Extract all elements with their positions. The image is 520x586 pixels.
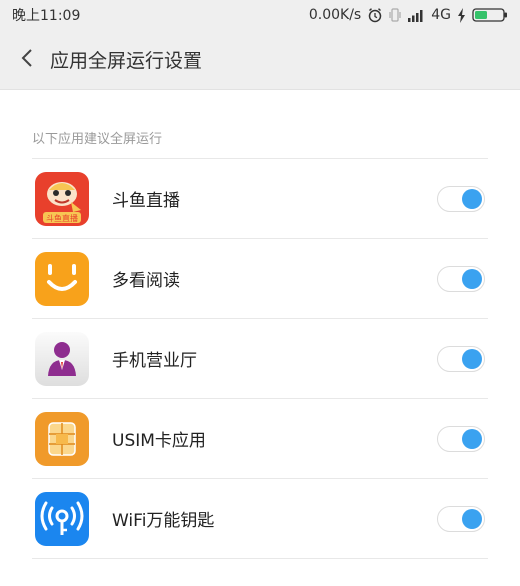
toggle-knob <box>462 348 482 369</box>
fullscreen-toggle-usim[interactable] <box>437 425 485 452</box>
fullscreen-toggle-douyu[interactable] <box>437 185 485 212</box>
douyu-icon: 斗鱼直播 <box>35 171 89 226</box>
app-row-douyu[interactable]: 斗鱼直播 斗鱼直播 <box>32 159 488 239</box>
duokan-icon <box>35 251 89 306</box>
business-hall-icon <box>35 331 89 386</box>
toggle-knob <box>462 508 482 529</box>
app-row-duokan[interactable]: 多看阅读 <box>32 239 488 319</box>
douyu-icon-caption: 斗鱼直播 <box>46 213 78 223</box>
net-speed: 0.00K/s <box>308 7 362 23</box>
status-icons: 0.00K/s 4G <box>309 7 508 23</box>
app-name: WiFi万能钥匙 <box>112 511 215 531</box>
toggle-knob <box>462 268 482 289</box>
vibrate-icon <box>389 7 401 23</box>
fullscreen-toggle-business-hall[interactable] <box>437 345 485 372</box>
fullscreen-toggle-duokan[interactable] <box>437 265 485 292</box>
app-name: 手机营业厅 <box>112 351 197 371</box>
app-row-usim[interactable]: USIM卡应用 <box>32 399 488 479</box>
charging-icon <box>457 7 466 23</box>
status-time: 晚上11:09 <box>12 8 81 24</box>
app-name: USIM卡应用 <box>112 431 206 451</box>
sim-card-icon <box>35 411 89 466</box>
battery-icon <box>472 7 508 23</box>
app-name: 多看阅读 <box>112 271 180 291</box>
status-bar: 晚上11:09 0.00K/s 4G <box>0 0 520 30</box>
section-title: 以下应用建议全屏运行 <box>32 90 488 159</box>
back-button[interactable] <box>12 40 42 80</box>
wifi-key-icon <box>35 491 89 546</box>
app-header: 应用全屏运行设置 <box>0 30 520 90</box>
network-type: 4G <box>431 7 451 23</box>
toggle-knob <box>462 428 482 449</box>
chevron-left-icon <box>20 48 34 72</box>
toggle-knob <box>462 188 482 209</box>
signal-icon <box>407 8 425 22</box>
app-row-wifi-key[interactable]: WiFi万能钥匙 <box>32 479 488 559</box>
fullscreen-toggle-wifi-key[interactable] <box>437 505 485 532</box>
page-title: 应用全屏运行设置 <box>50 50 203 72</box>
app-name: 斗鱼直播 <box>112 191 180 211</box>
app-row-business-hall[interactable]: 手机营业厅 <box>32 319 488 399</box>
settings-list: 以下应用建议全屏运行 斗鱼直播 斗鱼直播 多看阅读 手机营业厅 USIM卡应用 … <box>0 90 520 559</box>
alarm-icon <box>367 7 383 23</box>
